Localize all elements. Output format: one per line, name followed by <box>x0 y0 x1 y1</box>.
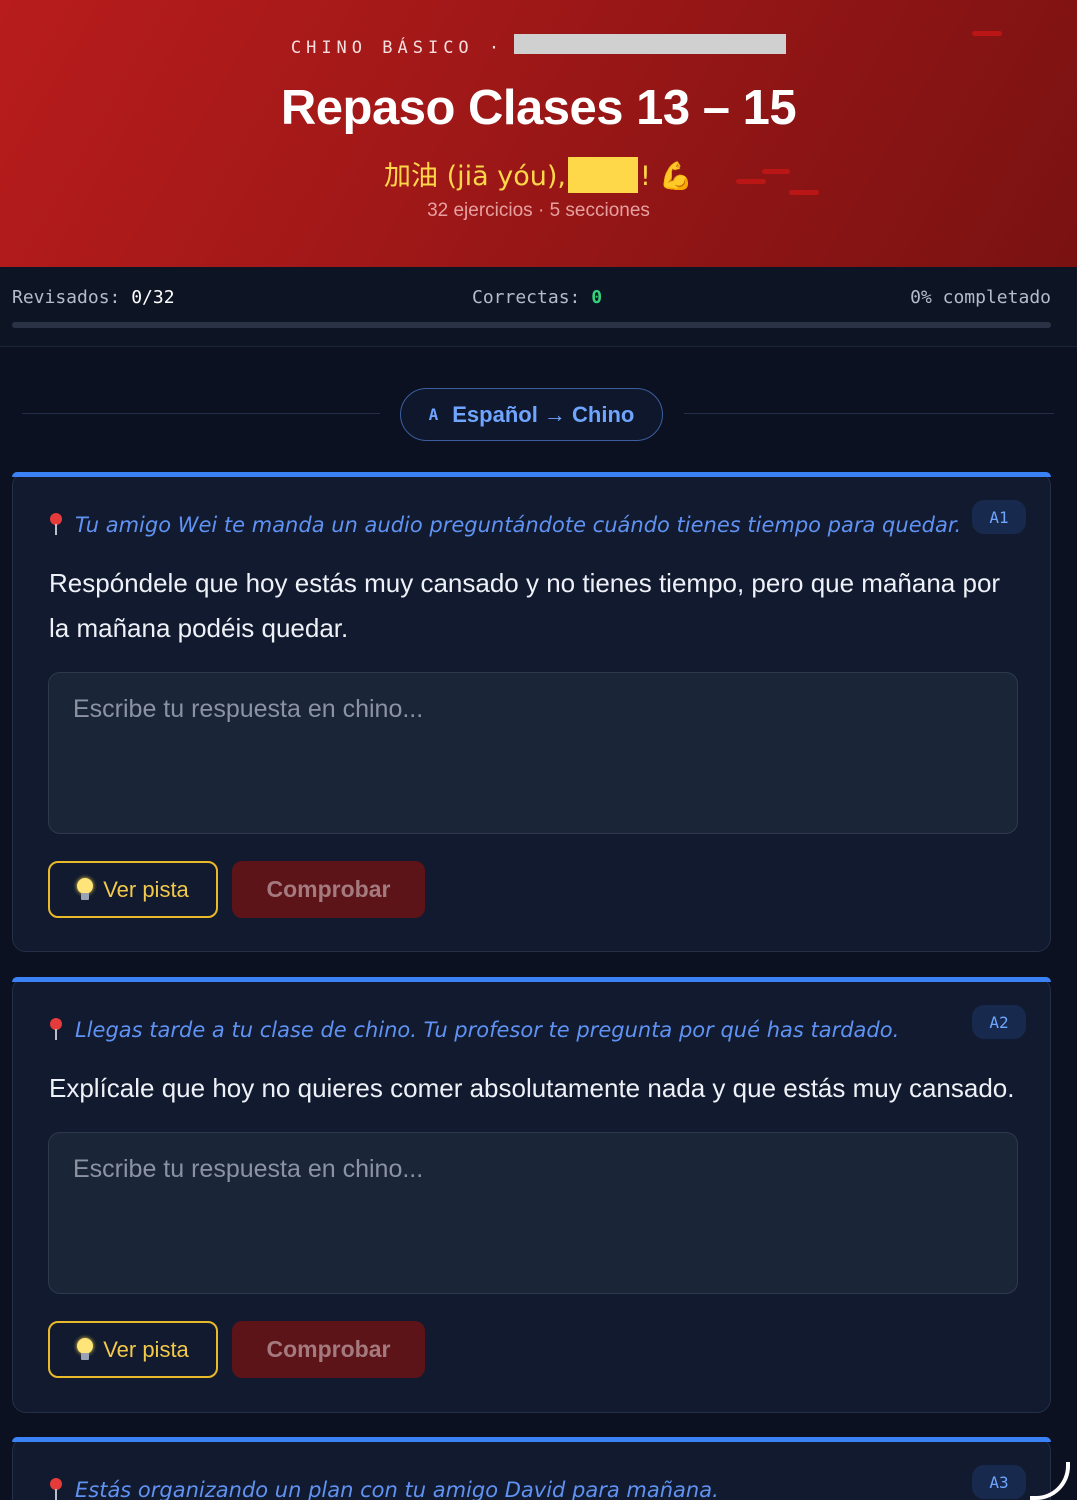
scroll-indicator <box>1030 1462 1070 1500</box>
page-title: Repaso Clases 13 – 15 <box>280 81 797 135</box>
correct-label: Correctas: <box>472 287 581 308</box>
exercise-card: Llegas tarde a tu clase de chino. Tu pro… <box>12 977 1051 1413</box>
check-button[interactable]: Comprobar <box>232 1321 425 1378</box>
section-label: Español → Chino <box>452 401 635 427</box>
cheer-line: 加油 (jiā yóu), ! 💪 <box>0 154 1077 196</box>
check-button[interactable]: Comprobar <box>232 861 425 918</box>
hint-label: Ver pista <box>103 1336 189 1362</box>
progress-bar <box>12 322 1051 328</box>
hint-button[interactable]: Ver pista <box>48 861 218 918</box>
redacted-student-name <box>514 34 787 54</box>
reviewed-value: 0/32 <box>131 287 175 308</box>
decor-dash <box>972 31 1002 36</box>
reviewed-stat: Revisados: 0/32 <box>12 287 175 308</box>
level-badge: A3 <box>972 1465 1026 1499</box>
exercise-meta: 32 ejercicios · 5 secciones <box>427 200 650 221</box>
completed-stat: 0% completado <box>910 287 1051 308</box>
pin-icon <box>49 1478 63 1500</box>
course-kicker: CHINO BÁSICO · <box>0 34 1077 58</box>
redacted-name <box>567 156 638 193</box>
correct-stat: Correctas: 0 <box>472 287 602 308</box>
level-badge: A2 <box>972 1005 1026 1039</box>
exercise-prompt: Explícale que hoy no quieres comer absol… <box>49 1073 1015 1103</box>
context-text: Estás organizando un plan con tu amigo D… <box>75 1478 719 1500</box>
bulb-icon <box>77 1337 94 1362</box>
pin-icon <box>49 513 63 535</box>
exercise-context: Llegas tarde a tu clase de chino. Tu pro… <box>49 1018 899 1042</box>
correct-value: 0 <box>591 287 603 308</box>
text-a-icon: A <box>428 405 439 424</box>
section-divider-right <box>684 413 1054 414</box>
stats-bar: Revisados: 0/32 Correctas: 0 0% completa… <box>0 267 1077 347</box>
section-pill: A Español → Chino <box>400 388 663 441</box>
exercise-card: Estás organizando un plan con tu amigo D… <box>12 1437 1051 1500</box>
exercise-context: Tu amigo Wei te manda un audio preguntán… <box>49 513 961 537</box>
reviewed-label: Revisados: <box>12 287 121 308</box>
section-divider-left <box>22 413 380 414</box>
answer-input[interactable] <box>48 1132 1018 1294</box>
answer-input[interactable] <box>48 672 1018 834</box>
exercise-card: Tu amigo Wei te manda un audio preguntán… <box>12 472 1051 952</box>
cheer-suffix: ! 💪 <box>639 161 693 192</box>
exercise-prompt: Respóndele que hoy estás muy cansado y n… <box>49 568 1001 643</box>
context-text: Tu amigo Wei te manda un audio preguntán… <box>75 513 962 537</box>
course-name: CHINO BÁSICO · <box>290 38 505 58</box>
bulb-icon <box>77 877 94 902</box>
cheer-prefix: 加油 (jiā yóu), <box>383 161 566 192</box>
hint-button[interactable]: Ver pista <box>48 1321 218 1378</box>
context-text: Llegas tarde a tu clase de chino. Tu pro… <box>75 1018 900 1042</box>
pin-icon <box>49 1018 63 1040</box>
hint-label: Ver pista <box>103 876 189 902</box>
exercise-context: Estás organizando un plan con tu amigo D… <box>49 1478 719 1500</box>
level-badge: A1 <box>972 500 1026 534</box>
page-header: CHINO BÁSICO · Repaso Clases 13 – 15 加油 … <box>0 0 1077 267</box>
